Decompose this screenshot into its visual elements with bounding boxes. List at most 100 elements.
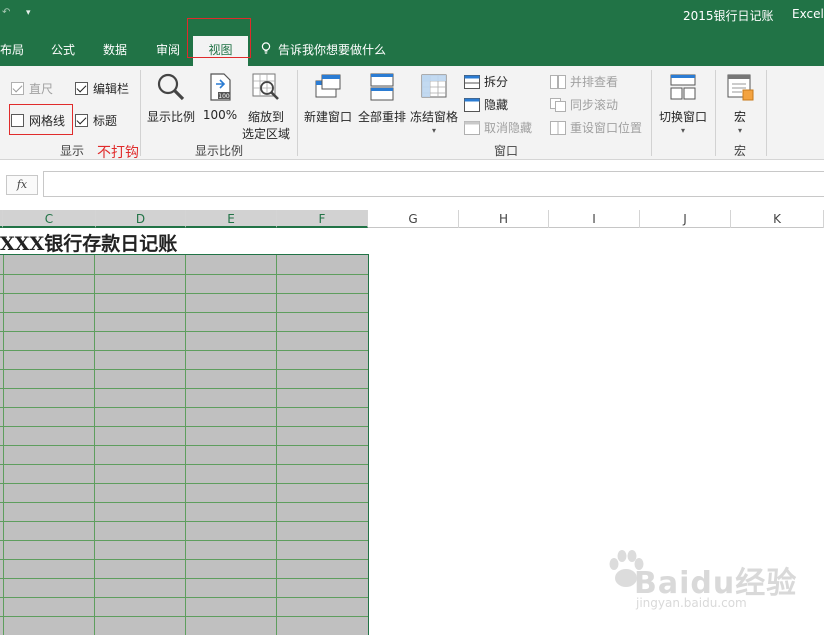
lightbulb-icon bbox=[261, 42, 271, 54]
unhide-label: 取消隐藏 bbox=[484, 121, 533, 135]
macros-button[interactable]: 宏 ▾ bbox=[722, 72, 758, 135]
show-group-label: 显示 bbox=[60, 144, 85, 158]
ribbon-gap bbox=[0, 160, 824, 168]
column-header-j[interactable]: J bbox=[640, 210, 731, 228]
grid-row-line bbox=[0, 445, 368, 446]
grid-row-line bbox=[0, 350, 368, 351]
column-header-e[interactable]: E bbox=[186, 210, 277, 228]
switch-windows-label: 切换窗口 bbox=[658, 110, 707, 124]
tab-review[interactable]: 审阅 bbox=[156, 41, 180, 58]
zoom-to-selection-button[interactable]: 缩放到 选定区域 bbox=[240, 72, 292, 142]
grid-row-line bbox=[0, 293, 368, 294]
ribbon: 直尺 编辑栏 网格线 标题 显示 不打钩 显示比例 100 100% 缩放到 选… bbox=[0, 66, 824, 161]
grid-row-line bbox=[0, 616, 368, 617]
column-header-f[interactable]: F bbox=[277, 210, 368, 228]
hide-label: 隐藏 bbox=[484, 98, 509, 112]
grid-row-line bbox=[0, 502, 368, 503]
unhide-button[interactable]: 取消隐藏 bbox=[464, 119, 532, 136]
gridlines-label: 网格线 bbox=[29, 114, 66, 128]
column-header-c[interactable]: C bbox=[3, 210, 96, 228]
freeze-panes-icon bbox=[421, 74, 447, 98]
arrange-all-button[interactable]: 全部重排 bbox=[356, 72, 408, 125]
formula-input[interactable] bbox=[43, 171, 824, 197]
group-separator bbox=[140, 70, 141, 156]
gridlines-checkbox[interactable]: 网格线 bbox=[11, 112, 65, 129]
zoom-to-selection-icon bbox=[252, 73, 279, 100]
column-headers: CDEFGHIJK bbox=[0, 210, 824, 228]
split-label: 拆分 bbox=[484, 75, 509, 89]
synchronous-scrolling-button[interactable]: 同步滚动 bbox=[550, 96, 618, 113]
macros-icon bbox=[727, 74, 754, 101]
view-side-by-side-button[interactable]: 并排查看 bbox=[550, 73, 618, 90]
arrange-all-label: 全部重排 bbox=[357, 110, 406, 124]
ribbon-tab-bar: 布局 公式 数据 审阅 视图 告诉我你想要做什么 bbox=[0, 32, 824, 66]
data-grid-range[interactable] bbox=[0, 254, 369, 635]
zoom-group-label: 显示比例 bbox=[195, 144, 244, 158]
tab-data[interactable]: 数据 bbox=[103, 41, 127, 58]
hide-button[interactable]: 隐藏 bbox=[464, 96, 508, 113]
reset-window-position-icon bbox=[550, 120, 566, 135]
freeze-panes-dropdown-icon: ▾ bbox=[431, 126, 436, 135]
annotation-note: 不打钩 bbox=[97, 145, 139, 161]
grid-row-line bbox=[0, 540, 368, 541]
grid-row-line bbox=[0, 369, 368, 370]
synchronous-scrolling-icon bbox=[550, 97, 566, 112]
unhide-icon bbox=[464, 120, 480, 135]
grid-column-line bbox=[276, 255, 277, 635]
grid-row-line bbox=[0, 521, 368, 522]
formula-bar-check-icon bbox=[75, 82, 88, 95]
formula-bar-label: 编辑栏 bbox=[93, 82, 130, 96]
zoom-label: 显示比例 bbox=[146, 110, 195, 124]
split-icon bbox=[464, 74, 480, 89]
zoom-button[interactable]: 显示比例 bbox=[146, 72, 196, 125]
switch-windows-button[interactable]: 切换窗口 ▾ bbox=[655, 72, 711, 135]
undo-icon[interactable]: ↶ bbox=[2, 7, 10, 18]
new-window-button[interactable]: 新建窗口 bbox=[302, 72, 354, 125]
tab-formulas[interactable]: 公式 bbox=[51, 41, 75, 58]
insert-function-button[interactable]: fx bbox=[6, 175, 38, 195]
column-header-i[interactable]: I bbox=[549, 210, 640, 228]
formula-bar: fx bbox=[0, 168, 824, 200]
app-name: Excel bbox=[792, 7, 824, 21]
switch-windows-icon bbox=[670, 74, 696, 100]
tab-page-layout[interactable]: 布局 bbox=[0, 41, 24, 58]
column-header-d[interactable]: D bbox=[96, 210, 186, 228]
formula-bar-checkbox[interactable]: 编辑栏 bbox=[75, 80, 129, 97]
column-header-k[interactable]: K bbox=[731, 210, 824, 228]
synchronous-scrolling-label: 同步滚动 bbox=[570, 98, 619, 112]
grid-row-line bbox=[0, 274, 368, 275]
quick-access-dropdown-icon[interactable]: ▾ bbox=[26, 8, 31, 18]
zoom-100-label: 100% bbox=[202, 108, 238, 122]
column-header-h[interactable]: H bbox=[459, 210, 549, 228]
side-by-side-icon bbox=[550, 74, 566, 89]
grid-row-line bbox=[0, 312, 368, 313]
headings-check-icon bbox=[75, 114, 88, 127]
ruler-check-icon bbox=[11, 82, 24, 95]
headings-checkbox[interactable]: 标题 bbox=[75, 112, 117, 129]
freeze-panes-label: 冻结窗格 bbox=[409, 110, 458, 124]
grid-column-line bbox=[185, 255, 186, 635]
grid-row-line bbox=[0, 464, 368, 465]
reset-window-position-label: 重设窗口位置 bbox=[570, 121, 643, 135]
arrange-all-icon bbox=[370, 73, 394, 101]
reset-window-position-button[interactable]: 重设窗口位置 bbox=[550, 119, 642, 136]
split-button[interactable]: 拆分 bbox=[464, 73, 508, 90]
hide-icon bbox=[464, 97, 480, 112]
zoom-100-button[interactable]: 100 100% bbox=[201, 72, 239, 122]
gridlines-check-icon bbox=[11, 114, 24, 127]
grid-row-line bbox=[0, 559, 368, 560]
macros-dropdown-icon: ▾ bbox=[737, 126, 742, 135]
column-header-g[interactable]: G bbox=[368, 210, 459, 228]
window-group-label: 窗口 bbox=[494, 144, 519, 158]
group-separator bbox=[297, 70, 298, 156]
grid-row-line bbox=[0, 483, 368, 484]
switch-windows-dropdown-icon: ▾ bbox=[680, 126, 685, 135]
sheet-title-cell[interactable]: XXX银行存款日记账 bbox=[0, 229, 177, 256]
tab-view[interactable]: 视图 bbox=[193, 36, 248, 66]
group-separator bbox=[715, 70, 716, 156]
new-window-icon bbox=[315, 74, 341, 98]
macros-label: 宏 bbox=[733, 110, 746, 124]
ruler-checkbox[interactable]: 直尺 bbox=[11, 80, 53, 97]
document-title: 2015银行日记账 bbox=[683, 9, 774, 23]
freeze-panes-button[interactable]: 冻结窗格 ▾ bbox=[408, 72, 460, 135]
